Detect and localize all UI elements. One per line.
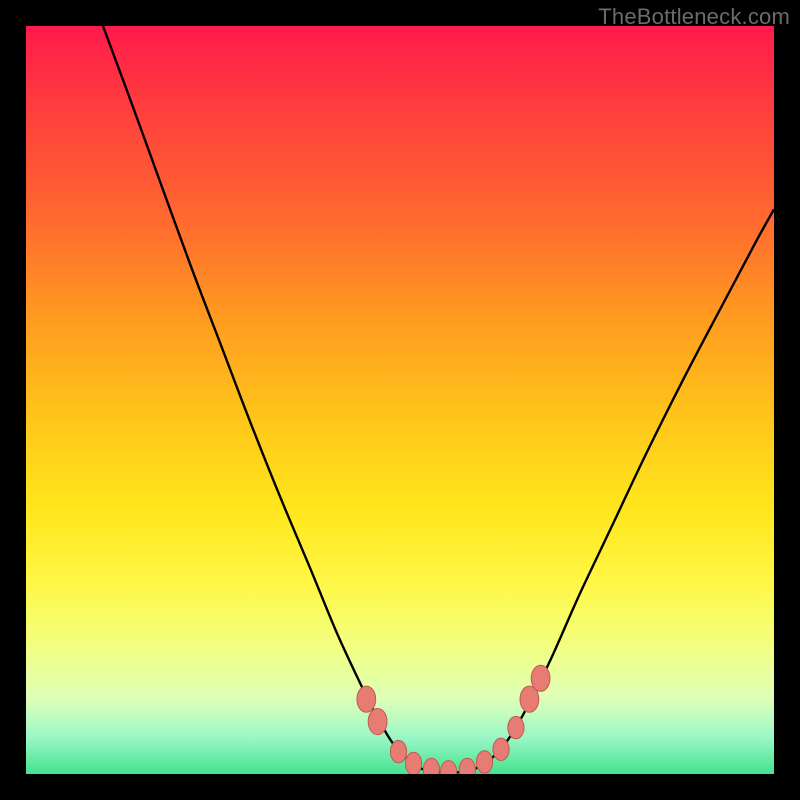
curve-markers bbox=[357, 665, 550, 774]
curve-marker bbox=[531, 665, 550, 691]
curve-marker bbox=[405, 752, 421, 774]
chart-plot-area bbox=[26, 26, 774, 774]
curve-marker bbox=[493, 738, 509, 760]
curve-marker bbox=[476, 751, 492, 773]
curve-marker bbox=[423, 758, 439, 774]
curve-marker bbox=[390, 740, 406, 762]
curve-marker bbox=[357, 686, 376, 712]
curve-marker bbox=[368, 709, 387, 735]
curve-marker bbox=[441, 761, 457, 774]
chart-svg bbox=[26, 26, 774, 774]
watermark-text: TheBottleneck.com bbox=[598, 4, 790, 30]
v-curve bbox=[103, 26, 774, 773]
chart-frame: TheBottleneck.com bbox=[0, 0, 800, 800]
curve-marker bbox=[459, 758, 475, 774]
curve-marker bbox=[508, 716, 524, 738]
